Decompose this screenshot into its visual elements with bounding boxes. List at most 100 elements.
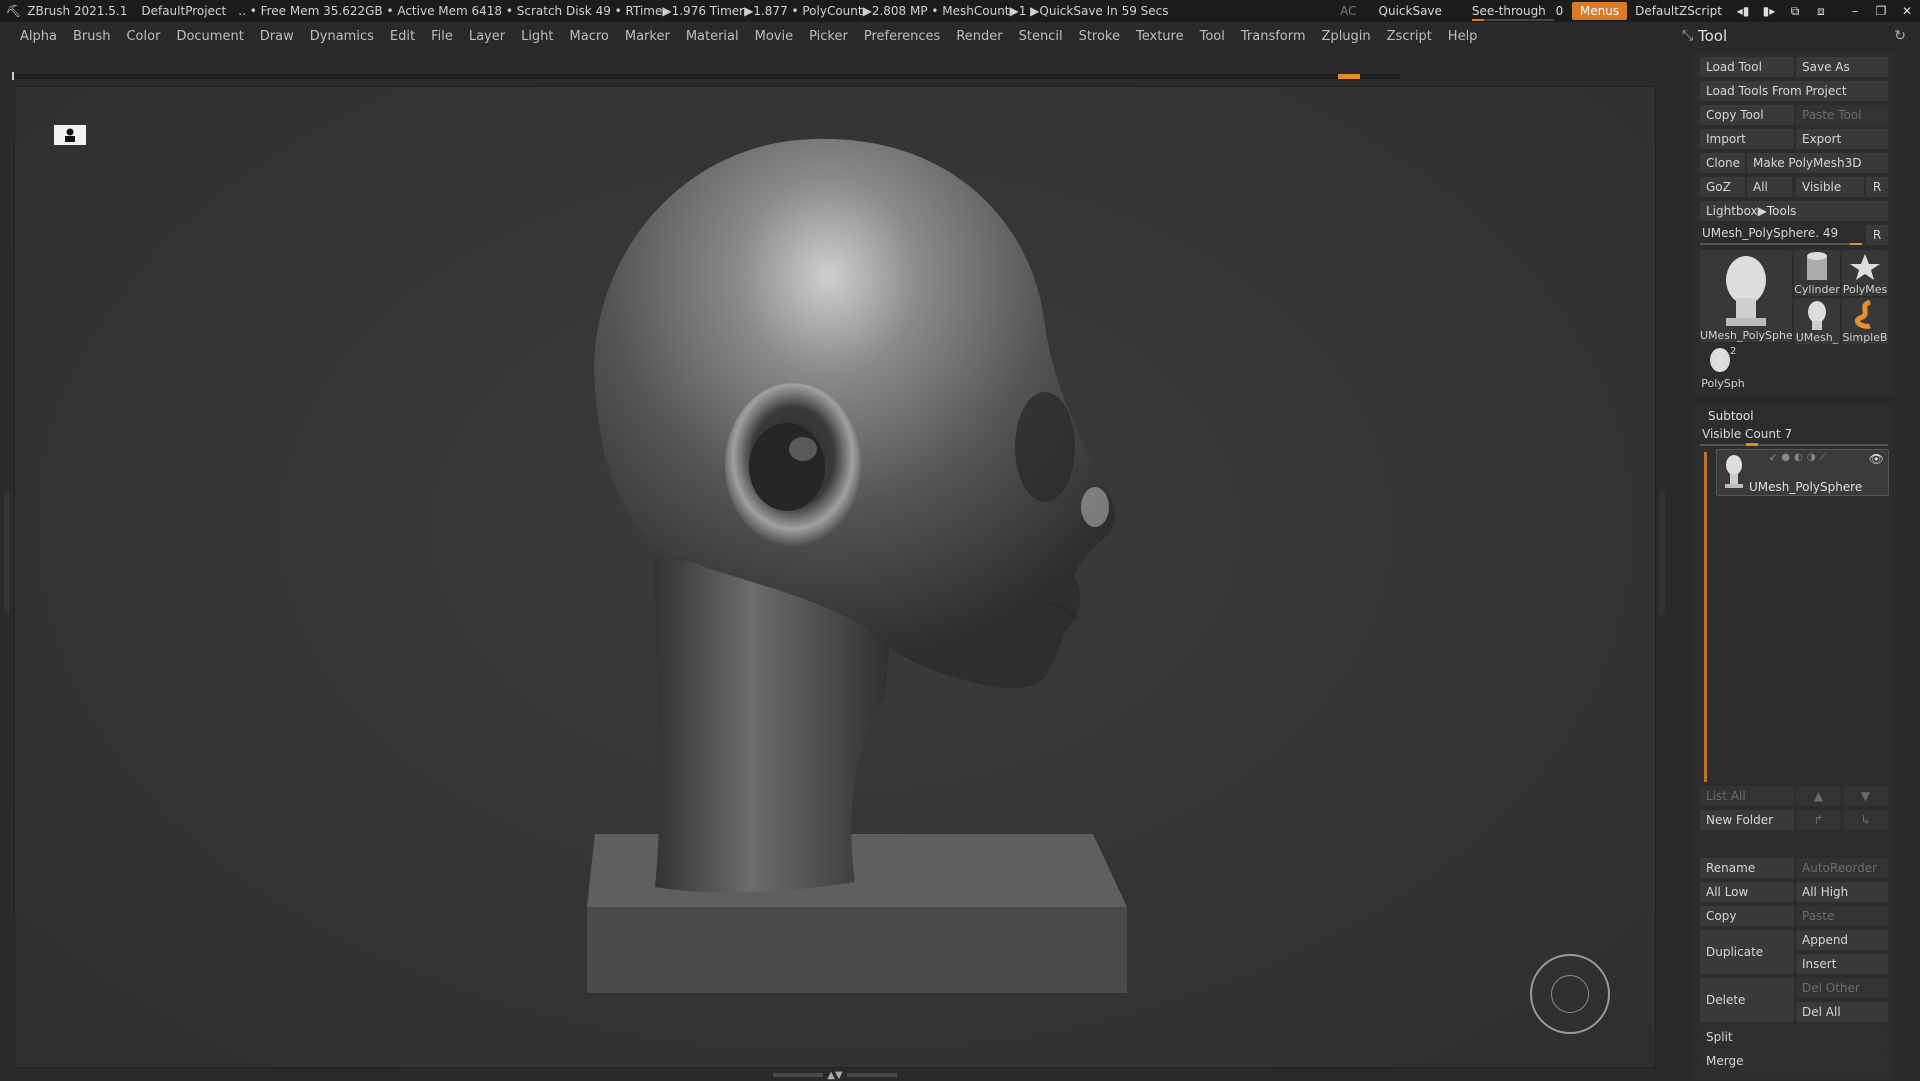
window-layout-icon[interactable]: ⧉ <box>1782 4 1808 19</box>
arrow-up-right-icon[interactable]: ↱ <box>1796 810 1841 830</box>
menu-layer[interactable]: Layer <box>461 29 513 44</box>
new-folder-button[interactable]: New Folder <box>1700 810 1794 830</box>
subtool-title[interactable]: Subtool <box>1708 406 1754 426</box>
bottom-tray-handle[interactable]: ▲▼ <box>770 1070 900 1081</box>
all-low-button[interactable]: All Low <box>1700 882 1794 902</box>
close-icon[interactable]: ✕ <box>1894 4 1920 18</box>
visible-count-slider-fill <box>1746 443 1758 446</box>
del-other-button[interactable]: Del Other <box>1796 978 1888 998</box>
copy-button[interactable]: Copy <box>1700 906 1794 926</box>
move-up-icon[interactable]: ▲ <box>1796 786 1841 806</box>
paste-tool-button[interactable]: Paste Tool <box>1796 105 1888 125</box>
layout-icon-1[interactable]: ◂▮ <box>1730 4 1756 18</box>
menus-button[interactable]: Menus <box>1571 2 1628 20</box>
menu-color[interactable]: Color <box>118 29 168 44</box>
menu-marker[interactable]: Marker <box>617 29 678 44</box>
timeline-track[interactable] <box>12 72 1400 80</box>
menu-dynamics[interactable]: Dynamics <box>302 29 382 44</box>
menu-file[interactable]: File <box>423 29 461 44</box>
menu-render[interactable]: Render <box>948 29 1010 44</box>
load-tool-button[interactable]: Load Tool <box>1700 57 1794 77</box>
left-tray-handle[interactable] <box>4 490 10 615</box>
goz-r-button[interactable]: R <box>1866 177 1888 197</box>
layout-icon-2[interactable]: ▮▸ <box>1756 4 1782 18</box>
tool-thumb-umesh-polysphere[interactable]: UMesh_PolySphe <box>1700 250 1792 342</box>
menu-stroke[interactable]: Stroke <box>1071 29 1128 44</box>
append-button[interactable]: Append <box>1796 930 1888 950</box>
current-tool-r-button[interactable]: R <box>1866 225 1888 245</box>
menu-zplugin[interactable]: Zplugin <box>1314 29 1379 44</box>
split-button[interactable]: Split <box>1700 1027 1888 1047</box>
arrow-down-right-icon[interactable]: ↳ <box>1843 810 1888 830</box>
export-button[interactable]: Export <box>1796 129 1888 149</box>
tool-thumb-polysphere[interactable]: 2 PolySph <box>1700 344 1746 390</box>
thumb-label: PolySph <box>1701 377 1745 390</box>
autoreorder-button[interactable]: AutoReorder <box>1796 858 1888 878</box>
menu-stencil[interactable]: Stencil <box>1011 29 1071 44</box>
merge-button[interactable]: Merge <box>1700 1051 1888 1071</box>
visible-count-slider-track[interactable] <box>1700 444 1888 446</box>
menu-material[interactable]: Material <box>678 29 747 44</box>
menu-texture[interactable]: Texture <box>1128 29 1192 44</box>
paste-button[interactable]: Paste <box>1796 906 1888 926</box>
clone-button[interactable]: Clone <box>1700 153 1745 173</box>
delete-button[interactable]: Delete <box>1700 978 1794 1022</box>
all-high-button[interactable]: All High <box>1796 882 1888 902</box>
menu-edit[interactable]: Edit <box>382 29 423 44</box>
menu-movie[interactable]: Movie <box>747 29 801 44</box>
menu-transform[interactable]: Transform <box>1233 29 1314 44</box>
goz-visible-button[interactable]: Visible <box>1796 177 1864 197</box>
maximize-icon[interactable]: ❐ <box>1868 4 1894 18</box>
rename-button[interactable]: Rename <box>1700 858 1794 878</box>
menu-document[interactable]: Document <box>168 29 251 44</box>
zscript-button[interactable]: DefaultZScript <box>1627 0 1730 22</box>
menu-preferences[interactable]: Preferences <box>856 29 948 44</box>
menu-light[interactable]: Light <box>513 29 561 44</box>
tool-thumb-polymesh[interactable]: PolyMes <box>1842 250 1888 296</box>
right-tray-handle[interactable] <box>1659 490 1665 615</box>
tool-thumb-cylinder[interactable]: Cylinder <box>1794 250 1840 296</box>
import-button[interactable]: Import <box>1700 129 1794 149</box>
subtool-option-icons[interactable]: ↙●◐◑⟋ <box>1769 452 1831 463</box>
make-polymesh3d-button[interactable]: Make PolyMesh3D <box>1747 153 1888 173</box>
quicksave-button[interactable]: QuickSave <box>1371 0 1450 22</box>
head-sculpt-model[interactable] <box>15 87 1657 1069</box>
move-down-icon[interactable]: ▼ <box>1843 786 1888 806</box>
window-switch-icon[interactable]: ⧈ <box>1808 4 1834 19</box>
see-through-label: See-through <box>1471 4 1546 18</box>
main-menu-bar: Alpha Brush Color Document Draw Dynamics Edit F… <box>0 22 1678 50</box>
see-through-slider[interactable]: See-through 0 <box>1464 0 1563 22</box>
minimize-icon[interactable]: – <box>1842 4 1868 18</box>
del-all-button[interactable]: Del All <box>1796 1002 1888 1022</box>
tool-thumb-umesh[interactable]: UMesh_ <box>1794 298 1840 344</box>
current-tool-slider-track[interactable] <box>1700 243 1862 245</box>
menu-brush[interactable]: Brush <box>65 29 119 44</box>
load-tools-from-project-button[interactable]: Load Tools From Project <box>1700 81 1888 101</box>
document-canvas[interactable] <box>14 86 1656 1068</box>
menu-zscript[interactable]: Zscript <box>1379 29 1440 44</box>
menu-alpha[interactable]: Alpha <box>12 29 65 44</box>
navigation-gizmo[interactable] <box>1530 954 1610 1034</box>
duplicate-button[interactable]: Duplicate <box>1700 930 1794 974</box>
goz-all-button[interactable]: All <box>1747 177 1792 197</box>
menu-help[interactable]: Help <box>1440 29 1486 44</box>
pin-icon[interactable]: ⤡ <box>1682 28 1693 44</box>
ac-button[interactable]: AC <box>1332 0 1364 22</box>
sphere-head-icon <box>1710 348 1730 372</box>
subtool-list-scrollbar[interactable] <box>1704 452 1707 782</box>
menu-draw[interactable]: Draw <box>252 29 302 44</box>
lightbox-tools-button[interactable]: Lightbox▶Tools <box>1700 201 1888 221</box>
list-all-button[interactable]: List All <box>1700 786 1794 806</box>
reset-icon[interactable]: ↻ <box>1894 28 1906 44</box>
menu-macro[interactable]: Macro <box>562 29 617 44</box>
copy-tool-button[interactable]: Copy Tool <box>1700 105 1794 125</box>
insert-button[interactable]: Insert <box>1796 954 1888 974</box>
goz-button[interactable]: GoZ <box>1700 177 1745 197</box>
save-as-button[interactable]: Save As <box>1796 57 1888 77</box>
eye-icon[interactable]: 👁 <box>1869 452 1884 466</box>
timeline-knob[interactable] <box>1338 74 1360 79</box>
menu-picker[interactable]: Picker <box>801 29 856 44</box>
subtool-list-item[interactable]: ↙●◐◑⟋ 👁 UMesh_PolySphere <box>1716 449 1889 496</box>
tool-thumb-simplebrush[interactable]: SimpleB <box>1842 298 1888 344</box>
menu-tool[interactable]: Tool <box>1192 29 1233 44</box>
